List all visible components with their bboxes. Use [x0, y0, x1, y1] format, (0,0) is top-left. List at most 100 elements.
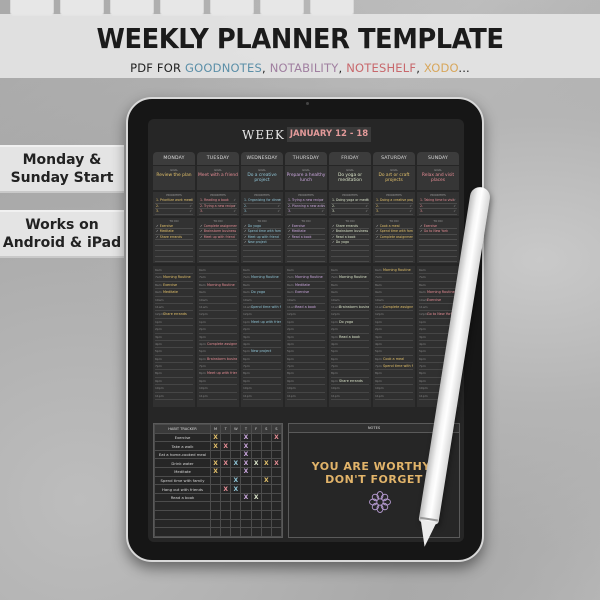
- habit-cell[interactable]: [260, 467, 272, 477]
- schedule-slot[interactable]: 4pm: [155, 341, 193, 349]
- checkbox-icon[interactable]: ✓: [365, 204, 368, 209]
- habit-cell[interactable]: X: [240, 492, 252, 503]
- schedule-slot[interactable]: 1pm: [375, 319, 413, 327]
- habit-cell[interactable]: X: [209, 458, 222, 469]
- schedule-slot[interactable]: 9am: [331, 289, 369, 297]
- habit-cell[interactable]: [270, 527, 283, 537]
- schedule-slot[interactable]: 11amRead a book: [287, 304, 325, 312]
- habit-name[interactable]: Drink water: [154, 458, 211, 469]
- priority-item[interactable]: 3. ✓: [287, 209, 325, 215]
- checkbox-icon[interactable]: ✓: [453, 209, 456, 214]
- schedule-slot[interactable]: 1pm: [155, 319, 193, 327]
- schedule-slot[interactable]: 8amExercise: [155, 282, 193, 290]
- schedule-slot[interactable]: 7am: [375, 274, 413, 282]
- habit-cell[interactable]: [230, 449, 242, 460]
- schedule-slot[interactable]: 9pm: [199, 378, 237, 386]
- checkbox-icon[interactable]: ✓: [233, 204, 236, 209]
- schedule-slot[interactable]: 6am: [155, 267, 193, 275]
- schedule-slot[interactable]: 9pm: [243, 378, 281, 386]
- schedule-slot[interactable]: 4pm: [287, 341, 325, 349]
- schedule-slot[interactable]: 9pm: [287, 378, 325, 386]
- schedule-slot[interactable]: 11amBrainstorm business ideas: [331, 304, 369, 312]
- schedule-slot[interactable]: 5pm: [287, 348, 325, 356]
- schedule-slot[interactable]: 8pmMeet up with friend: [199, 370, 237, 378]
- habit-cell[interactable]: [220, 492, 232, 503]
- priority-item[interactable]: 3. ✓: [331, 209, 369, 215]
- schedule-slot[interactable]: 7amMorning Routine: [155, 274, 193, 282]
- schedule-slot[interactable]: 7amMorning Routine: [287, 274, 325, 282]
- habit-cell[interactable]: [230, 501, 242, 512]
- habit-name[interactable]: Take a walk: [154, 441, 211, 451]
- schedule-slot[interactable]: 5pm: [331, 348, 369, 356]
- checkbox-icon[interactable]: ✓: [321, 204, 324, 209]
- habit-cell[interactable]: X: [220, 458, 232, 469]
- habit-cell[interactable]: X: [240, 467, 252, 477]
- habit-cell[interactable]: [250, 501, 262, 512]
- habit-cell[interactable]: [209, 484, 222, 494]
- habit-cell[interactable]: [220, 432, 232, 443]
- habit-cell[interactable]: [240, 501, 252, 512]
- habit-cell[interactable]: [270, 449, 283, 460]
- schedule-slot[interactable]: 7am: [199, 274, 237, 282]
- todo-item[interactable]: [287, 257, 325, 262]
- schedule-slot[interactable]: 2pm: [331, 326, 369, 334]
- schedule-slot[interactable]: 9amMorning Routine: [419, 289, 457, 297]
- schedule-slot[interactable]: 11pm: [199, 393, 237, 401]
- habit-cell[interactable]: [250, 475, 262, 486]
- habit-cell[interactable]: [220, 501, 232, 512]
- schedule-slot[interactable]: 2pm: [155, 326, 193, 334]
- habit-cell[interactable]: [220, 518, 232, 529]
- habit-name[interactable]: [154, 518, 211, 529]
- schedule-slot[interactable]: 10am: [199, 297, 237, 304]
- todo-item[interactable]: [199, 257, 237, 262]
- schedule-slot[interactable]: 5pm: [375, 348, 413, 356]
- schedule-slot[interactable]: 8pm: [331, 370, 369, 378]
- habit-cell[interactable]: [250, 441, 262, 451]
- priority-item[interactable]: 3. ✓: [243, 209, 281, 215]
- schedule-slot[interactable]: 2pm: [375, 326, 413, 334]
- schedule-slot[interactable]: 5pm: [199, 348, 237, 356]
- schedule-slot[interactable]: 4pm: [331, 341, 369, 349]
- schedule-slot[interactable]: 11am: [155, 304, 193, 312]
- habit-cell[interactable]: [209, 492, 222, 503]
- habit-cell[interactable]: [260, 449, 272, 460]
- habit-name[interactable]: Exercise: [154, 432, 211, 443]
- habit-cell[interactable]: X: [209, 441, 222, 451]
- priority-item[interactable]: 3. ✓: [199, 209, 237, 215]
- schedule-slot[interactable]: 1pmMeet up with friend: [243, 319, 281, 327]
- habit-cell[interactable]: [209, 475, 222, 486]
- schedule-slot[interactable]: 10amExercise: [419, 297, 457, 304]
- habit-cell[interactable]: X: [230, 484, 242, 494]
- checkbox-icon[interactable]: ✓: [365, 209, 368, 214]
- schedule-slot[interactable]: 10pm: [375, 385, 413, 393]
- todo-item[interactable]: [331, 257, 369, 262]
- checkbox-icon[interactable]: ✓: [409, 204, 412, 209]
- habit-name[interactable]: [154, 527, 211, 537]
- day-header[interactable]: MONDAY: [153, 152, 195, 165]
- habit-cell[interactable]: [209, 510, 222, 520]
- schedule-slot[interactable]: 1pm: [287, 319, 325, 327]
- habit-cell[interactable]: X: [240, 449, 252, 460]
- schedule-slot[interactable]: 3pm: [243, 334, 281, 341]
- habit-cell[interactable]: [230, 510, 242, 520]
- todo-item[interactable]: [243, 257, 281, 262]
- checkbox-icon[interactable]: ✓: [321, 198, 324, 203]
- habit-cell[interactable]: [270, 518, 283, 529]
- habit-name[interactable]: Eat a home-cooked meal: [154, 449, 211, 460]
- habit-cell[interactable]: [260, 492, 272, 503]
- habit-cell[interactable]: [230, 518, 242, 529]
- schedule-slot[interactable]: 12pm: [199, 311, 237, 319]
- goal-box[interactable]: GOAL Review the plan: [153, 166, 195, 190]
- checkbox-icon[interactable]: ✓: [365, 198, 368, 203]
- habit-cell[interactable]: [230, 432, 242, 443]
- schedule-slot[interactable]: 1pmDo yoga: [331, 319, 369, 327]
- schedule-slot[interactable]: 7pm: [243, 363, 281, 371]
- day-header[interactable]: SATURDAY: [373, 152, 415, 165]
- todo-item[interactable]: [419, 257, 457, 262]
- habit-cell[interactable]: [230, 527, 242, 537]
- schedule-slot[interactable]: 1pm: [199, 319, 237, 327]
- habit-cell[interactable]: [270, 501, 283, 512]
- habit-cell[interactable]: X: [270, 432, 283, 443]
- schedule-slot[interactable]: 7pm: [287, 363, 325, 371]
- schedule-slot[interactable]: 9pmShare errands: [331, 378, 369, 386]
